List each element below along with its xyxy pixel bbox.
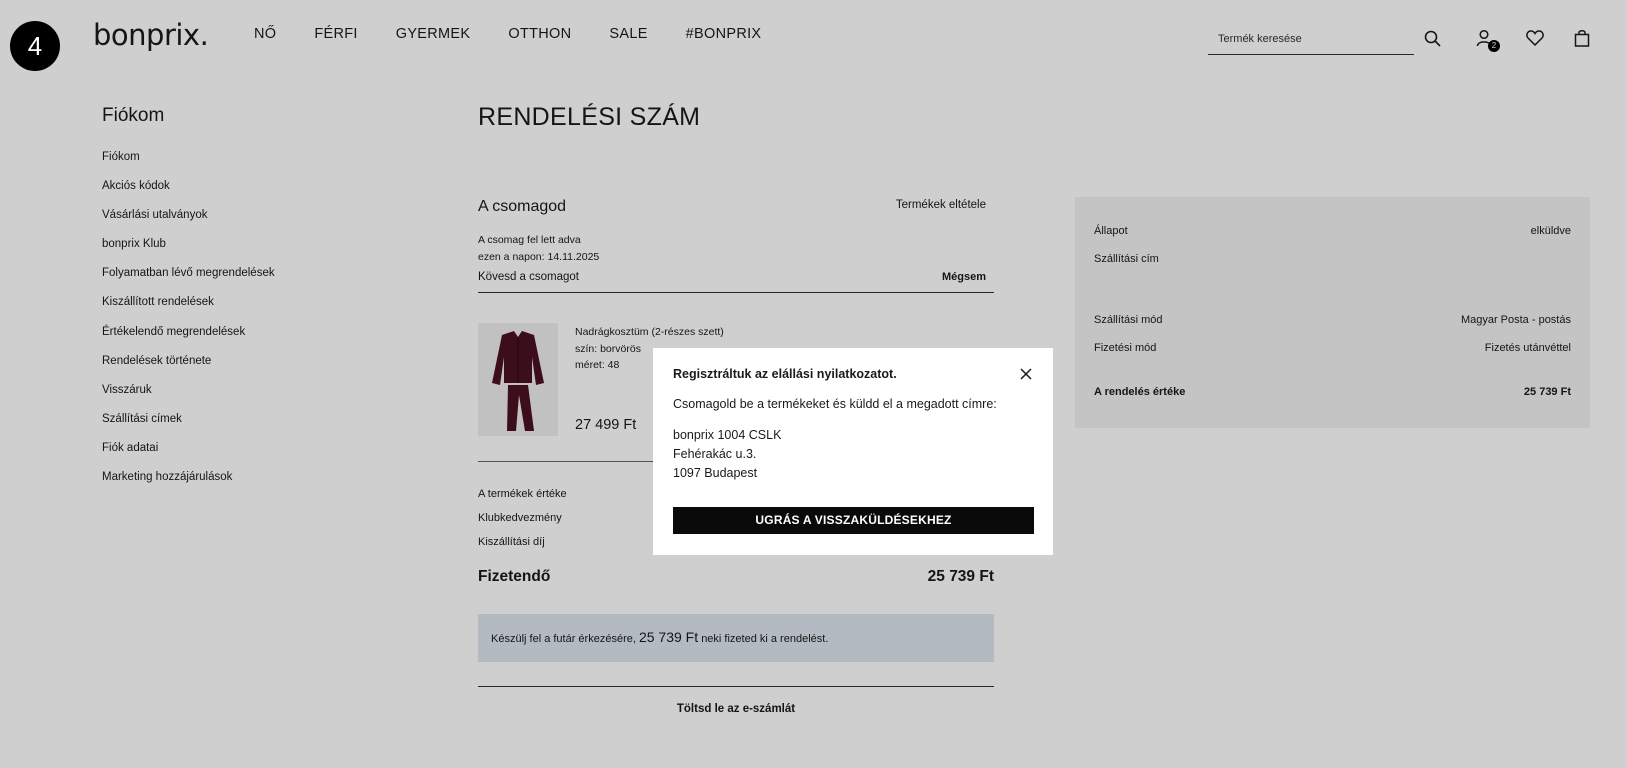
- withdrawal-confirmation-modal: Regisztráltuk az elállási nyilatkozatot.…: [653, 348, 1053, 555]
- return-address-line: bonprix 1004 CSLK: [673, 428, 782, 442]
- return-address-line: 1097 Budapest: [673, 466, 758, 480]
- modal-description: Csomagold be a termékeket és küldd el a …: [673, 397, 997, 411]
- close-icon[interactable]: [1017, 365, 1035, 383]
- modal-title: Regisztráltuk az elállási nyilatkozatot.: [673, 367, 897, 381]
- go-to-returns-button[interactable]: UGRÁS A VISSZAKÜLDÉSEKHEZ: [673, 507, 1034, 534]
- return-address-line: Fehérakác u.3.: [673, 447, 757, 461]
- step-badge: 4: [10, 21, 60, 71]
